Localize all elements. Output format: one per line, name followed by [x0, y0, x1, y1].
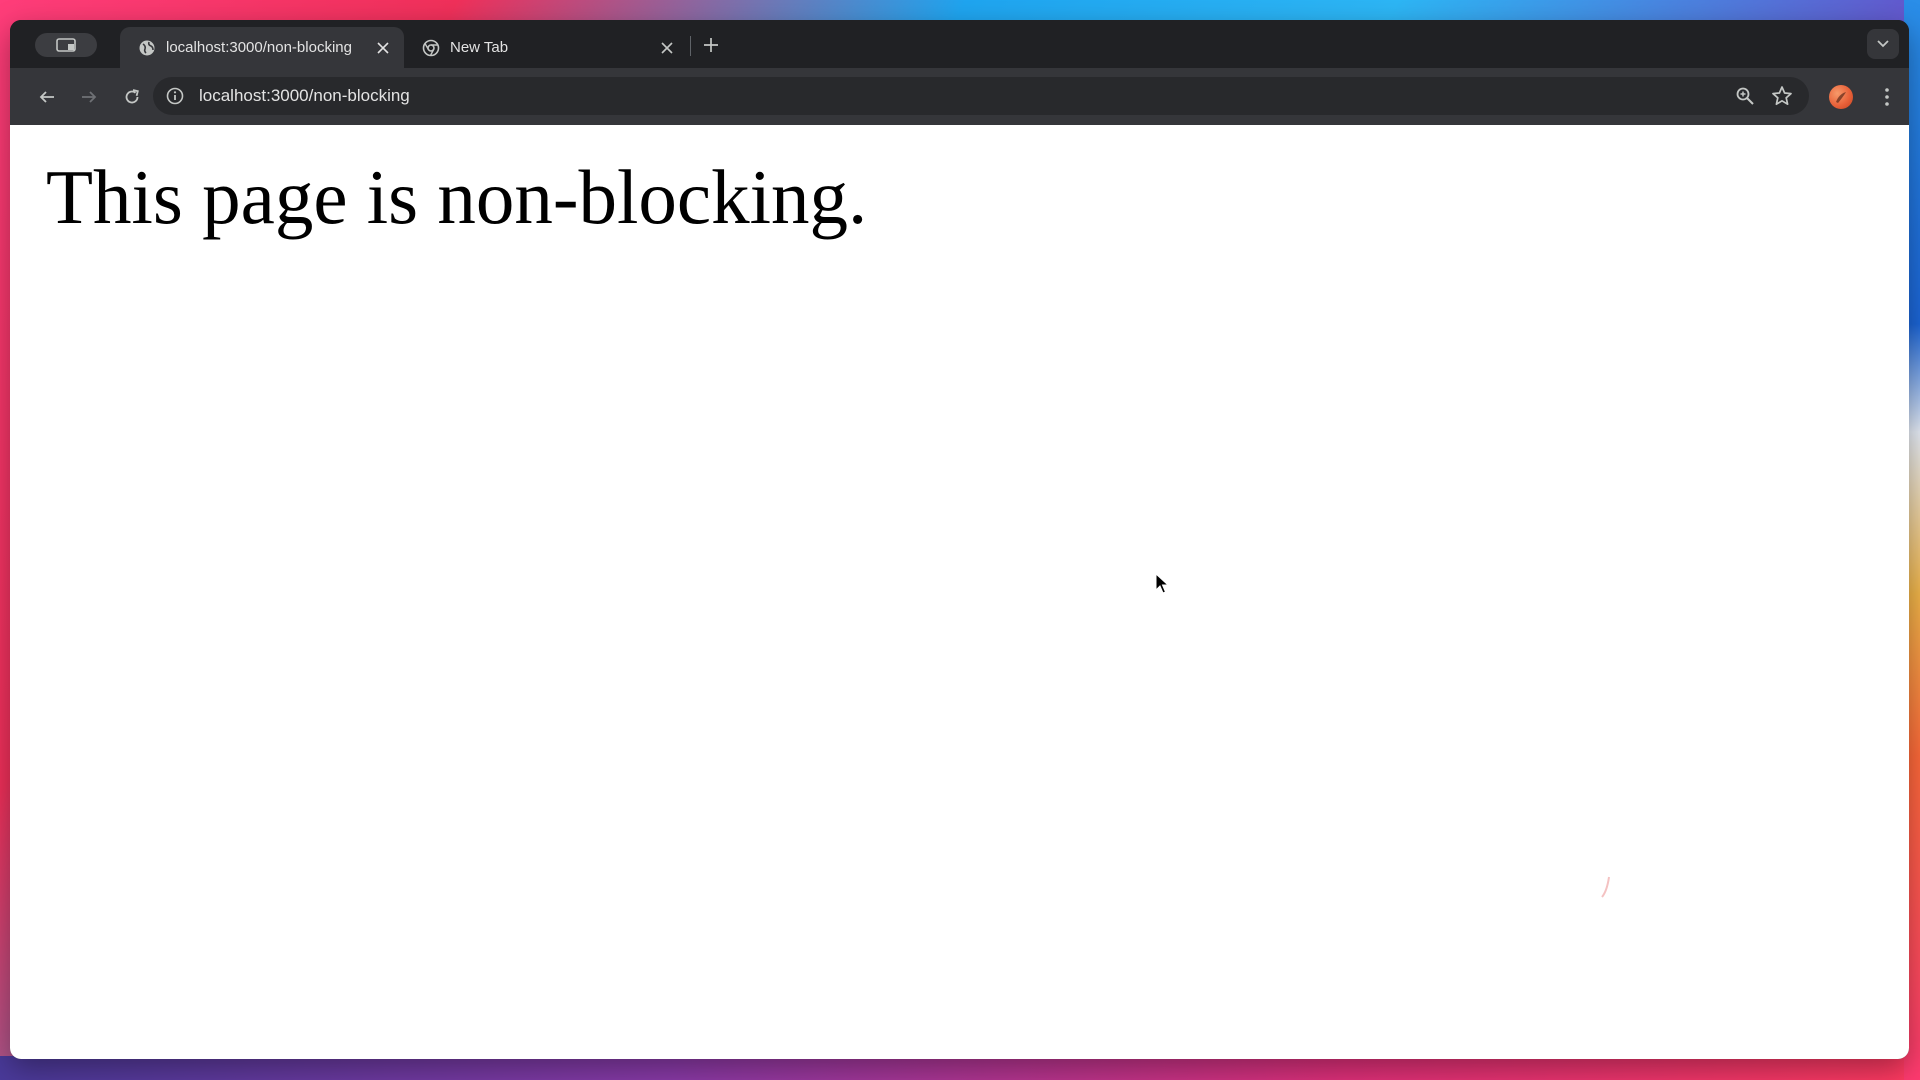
toolbar: localhost:3000/non-blocking — [10, 68, 1909, 125]
plus-icon — [704, 38, 718, 52]
tab-title: New Tab — [450, 39, 509, 56]
tab-search-button[interactable] — [1867, 29, 1899, 59]
tab-title: localhost:3000/non-blocking — [166, 39, 352, 56]
chrome-icon — [422, 39, 440, 57]
reload-button[interactable] — [119, 84, 145, 110]
zoom-icon[interactable] — [1735, 86, 1755, 106]
avatar[interactable] — [1829, 85, 1853, 109]
close-icon[interactable] — [656, 37, 678, 59]
tab-new-tab[interactable]: New Tab — [408, 27, 688, 68]
kebab-menu-icon[interactable] — [1882, 85, 1892, 109]
tab-localhost[interactable]: localhost:3000/non-blocking — [120, 27, 404, 68]
page-heading: This page is non-blocking. — [46, 154, 868, 240]
arrow-right-icon — [81, 89, 97, 105]
tab-strip: localhost:3000/non-blocking New Tab — [10, 20, 1909, 68]
mouse-cursor-icon — [1155, 573, 1169, 595]
chevron-down-icon — [1877, 40, 1889, 48]
back-button[interactable] — [34, 84, 60, 110]
close-icon[interactable] — [372, 37, 394, 59]
tab-groups-icon — [56, 38, 76, 52]
forward-button[interactable] — [76, 84, 102, 110]
new-tab-button[interactable] — [700, 34, 722, 56]
globe-icon — [138, 39, 156, 57]
arrow-left-icon — [39, 89, 55, 105]
tab-separator — [690, 36, 691, 56]
tab-groups-button[interactable] — [35, 33, 97, 57]
star-icon[interactable] — [1771, 85, 1793, 107]
browser-window: localhost:3000/non-blocking New Tab loca… — [10, 20, 1909, 1059]
desktop-wallpaper-bottom — [0, 1056, 1920, 1080]
url-text[interactable]: localhost:3000/non-blocking — [199, 86, 410, 106]
page-content: This page is non-blocking. — [10, 125, 1909, 1059]
address-bar[interactable]: localhost:3000/non-blocking — [153, 77, 1809, 115]
info-icon[interactable] — [165, 86, 185, 106]
stray-mark — [1601, 875, 1611, 901]
reload-icon — [124, 89, 140, 105]
